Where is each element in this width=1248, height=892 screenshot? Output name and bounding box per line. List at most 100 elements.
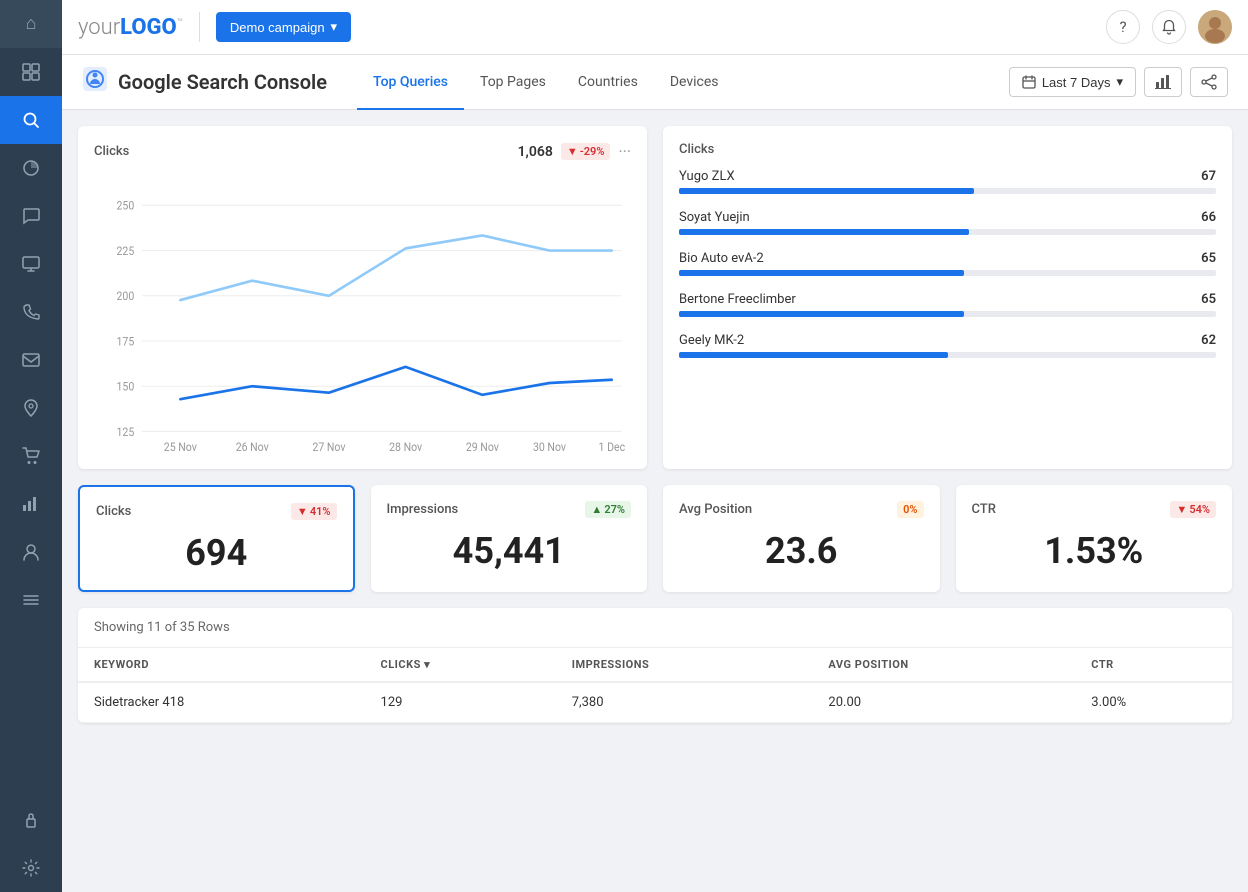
list-item: Geely MK-2 62 (679, 333, 1216, 358)
chart-badge: ▼ -29% (561, 143, 611, 160)
stat-ctr-label: CTR (972, 502, 996, 517)
svg-text:125: 125 (117, 425, 135, 439)
bar-card-header: Clicks (679, 142, 1216, 157)
dropdown-arrow-icon: ▾ (331, 19, 338, 35)
stat-avg-position-badge: 0% (897, 501, 923, 518)
svg-text:30 Nov: 30 Nov (533, 440, 567, 453)
avatar[interactable] (1198, 10, 1232, 44)
list-item: Soyat Yuejin 66 (679, 210, 1216, 235)
bar-label: Geely MK-2 (679, 333, 744, 348)
console-icon (82, 66, 108, 98)
svg-text:28 Nov: 28 Nov (389, 440, 423, 453)
list-item: Bio Auto evA-2 65 (679, 251, 1216, 276)
svg-text:225: 225 (117, 244, 135, 258)
sidebar-item-home[interactable]: ⌂ (0, 0, 62, 48)
content: Clicks 1,068 ▼ -29% ··· (62, 110, 1248, 892)
tab-devices[interactable]: Devices (654, 56, 735, 111)
svg-text:27 Nov: 27 Nov (312, 440, 346, 453)
svg-text:175: 175 (117, 335, 135, 349)
clicks-chart-card: Clicks 1,068 ▼ -29% ··· (78, 126, 647, 469)
sidebar-item-monitor[interactable] (0, 240, 62, 288)
stat-ctr[interactable]: CTR ▼54% 1.53% (956, 485, 1233, 592)
sort-icon: ▾ (424, 658, 430, 671)
bar-count: 62 (1201, 333, 1216, 348)
sidebar: ⌂ (0, 0, 62, 892)
stat-clicks[interactable]: Clicks ▼41% 694 (78, 485, 355, 592)
topbar: yourLOGO™ Demo campaign ▾ ? (62, 0, 1248, 55)
stat-avg-position-value: 23.6 (679, 530, 924, 572)
svg-text:150: 150 (117, 380, 135, 394)
stat-avg-position-label: Avg Position (679, 502, 752, 517)
clicks-bar-card: Clicks Yugo ZLX 67 Soyat Yuejin 66 (663, 126, 1232, 469)
sidebar-item-cart[interactable] (0, 432, 62, 480)
bar-count: 65 (1201, 251, 1216, 266)
tab-top-pages[interactable]: Top Pages (464, 56, 562, 111)
stat-impressions-value: 45,441 (387, 530, 632, 572)
col-ctr: CTR (1075, 648, 1232, 682)
sidebar-item-location[interactable] (0, 384, 62, 432)
svg-text:1 Dec: 1 Dec (599, 440, 626, 453)
demo-campaign-button[interactable]: Demo campaign ▾ (216, 12, 351, 42)
chart-card-header: Clicks 1,068 ▼ -29% ··· (94, 142, 631, 161)
svg-text:25 Nov: 25 Nov (164, 440, 198, 453)
tab-countries[interactable]: Countries (562, 56, 654, 111)
main-area: yourLOGO™ Demo campaign ▾ ? (62, 0, 1248, 892)
cell-avg-position: 20.00 (812, 682, 1075, 723)
bar-label: Yugo ZLX (679, 169, 735, 184)
date-label: Last 7 Days (1042, 75, 1111, 90)
stats-row: Clicks ▼41% 694 Impressions ▲27% 45,441 (78, 485, 1232, 592)
notification-button[interactable] (1152, 10, 1186, 44)
table-section: Showing 11 of 35 Rows KEYWORD CLICKS ▾ I… (78, 608, 1232, 723)
table-row[interactable]: Sidetracker 418 129 7,380 20.00 3.00% (78, 682, 1232, 723)
sidebar-item-dashboard[interactable] (0, 48, 62, 96)
more-options-button[interactable]: ··· (618, 142, 631, 161)
sidebar-item-reports[interactable] (0, 144, 62, 192)
chart-value: 1,068 (518, 144, 553, 160)
logo-area: yourLOGO™ (78, 15, 183, 40)
share-button[interactable] (1190, 67, 1228, 97)
col-avg-position: AVG POSITION (812, 648, 1075, 682)
stat-clicks-label: Clicks (96, 504, 131, 519)
sidebar-item-analytics[interactable] (0, 480, 62, 528)
sidebar-item-users[interactable] (0, 528, 62, 576)
chart-title: Clicks (94, 144, 129, 159)
tabs: Top Queries Top Pages Countries Devices (357, 55, 735, 109)
date-dropdown-icon: ▾ (1116, 74, 1123, 90)
bar-count: 67 (1201, 169, 1216, 184)
stat-ctr-value: 1.53% (972, 530, 1217, 572)
list-item: Yugo ZLX 67 (679, 169, 1216, 194)
col-clicks[interactable]: CLICKS ▾ (365, 648, 556, 682)
svg-text:26 Nov: 26 Nov (236, 440, 270, 453)
subheader-right: Last 7 Days ▾ (1009, 67, 1228, 97)
stat-avg-position[interactable]: Avg Position 0% 23.6 (663, 485, 940, 592)
stat-ctr-badge: ▼54% (1170, 501, 1216, 518)
chart-area: 250 225 200 175 150 125 25 Nov 26 Nov 27… (94, 173, 631, 453)
sidebar-item-list[interactable] (0, 576, 62, 624)
bar-label: Soyat Yuejin (679, 210, 750, 225)
stat-clicks-value: 694 (96, 532, 337, 574)
bar-list: Yugo ZLX 67 Soyat Yuejin 66 (679, 169, 1216, 358)
help-button[interactable]: ? (1106, 10, 1140, 44)
subheader: Google Search Console Top Queries Top Pa… (62, 55, 1248, 110)
topbar-right: ? (1106, 10, 1232, 44)
sidebar-item-phone[interactable] (0, 288, 62, 336)
sidebar-item-search[interactable] (0, 96, 62, 144)
sidebar-item-chat[interactable] (0, 192, 62, 240)
logo-text: yourLOGO™ (78, 15, 183, 40)
tab-top-queries[interactable]: Top Queries (357, 56, 464, 111)
cell-keyword: Sidetracker 418 (78, 682, 365, 723)
stat-impressions[interactable]: Impressions ▲27% 45,441 (371, 485, 648, 592)
bar-count: 66 (1201, 210, 1216, 225)
cell-clicks: 129 (365, 682, 556, 723)
cell-ctr: 3.00% (1075, 682, 1232, 723)
date-filter-button[interactable]: Last 7 Days ▾ (1009, 67, 1136, 97)
svg-text:200: 200 (117, 290, 135, 304)
stat-impressions-badge: ▲27% (585, 501, 631, 518)
page-title: Google Search Console (118, 70, 327, 94)
sidebar-item-plugin[interactable] (0, 796, 62, 844)
sidebar-item-settings[interactable] (0, 844, 62, 892)
sidebar-item-mail[interactable] (0, 336, 62, 384)
svg-text:29 Nov: 29 Nov (466, 440, 500, 453)
col-impressions: IMPRESSIONS (556, 648, 813, 682)
chart-view-button[interactable] (1144, 67, 1182, 97)
